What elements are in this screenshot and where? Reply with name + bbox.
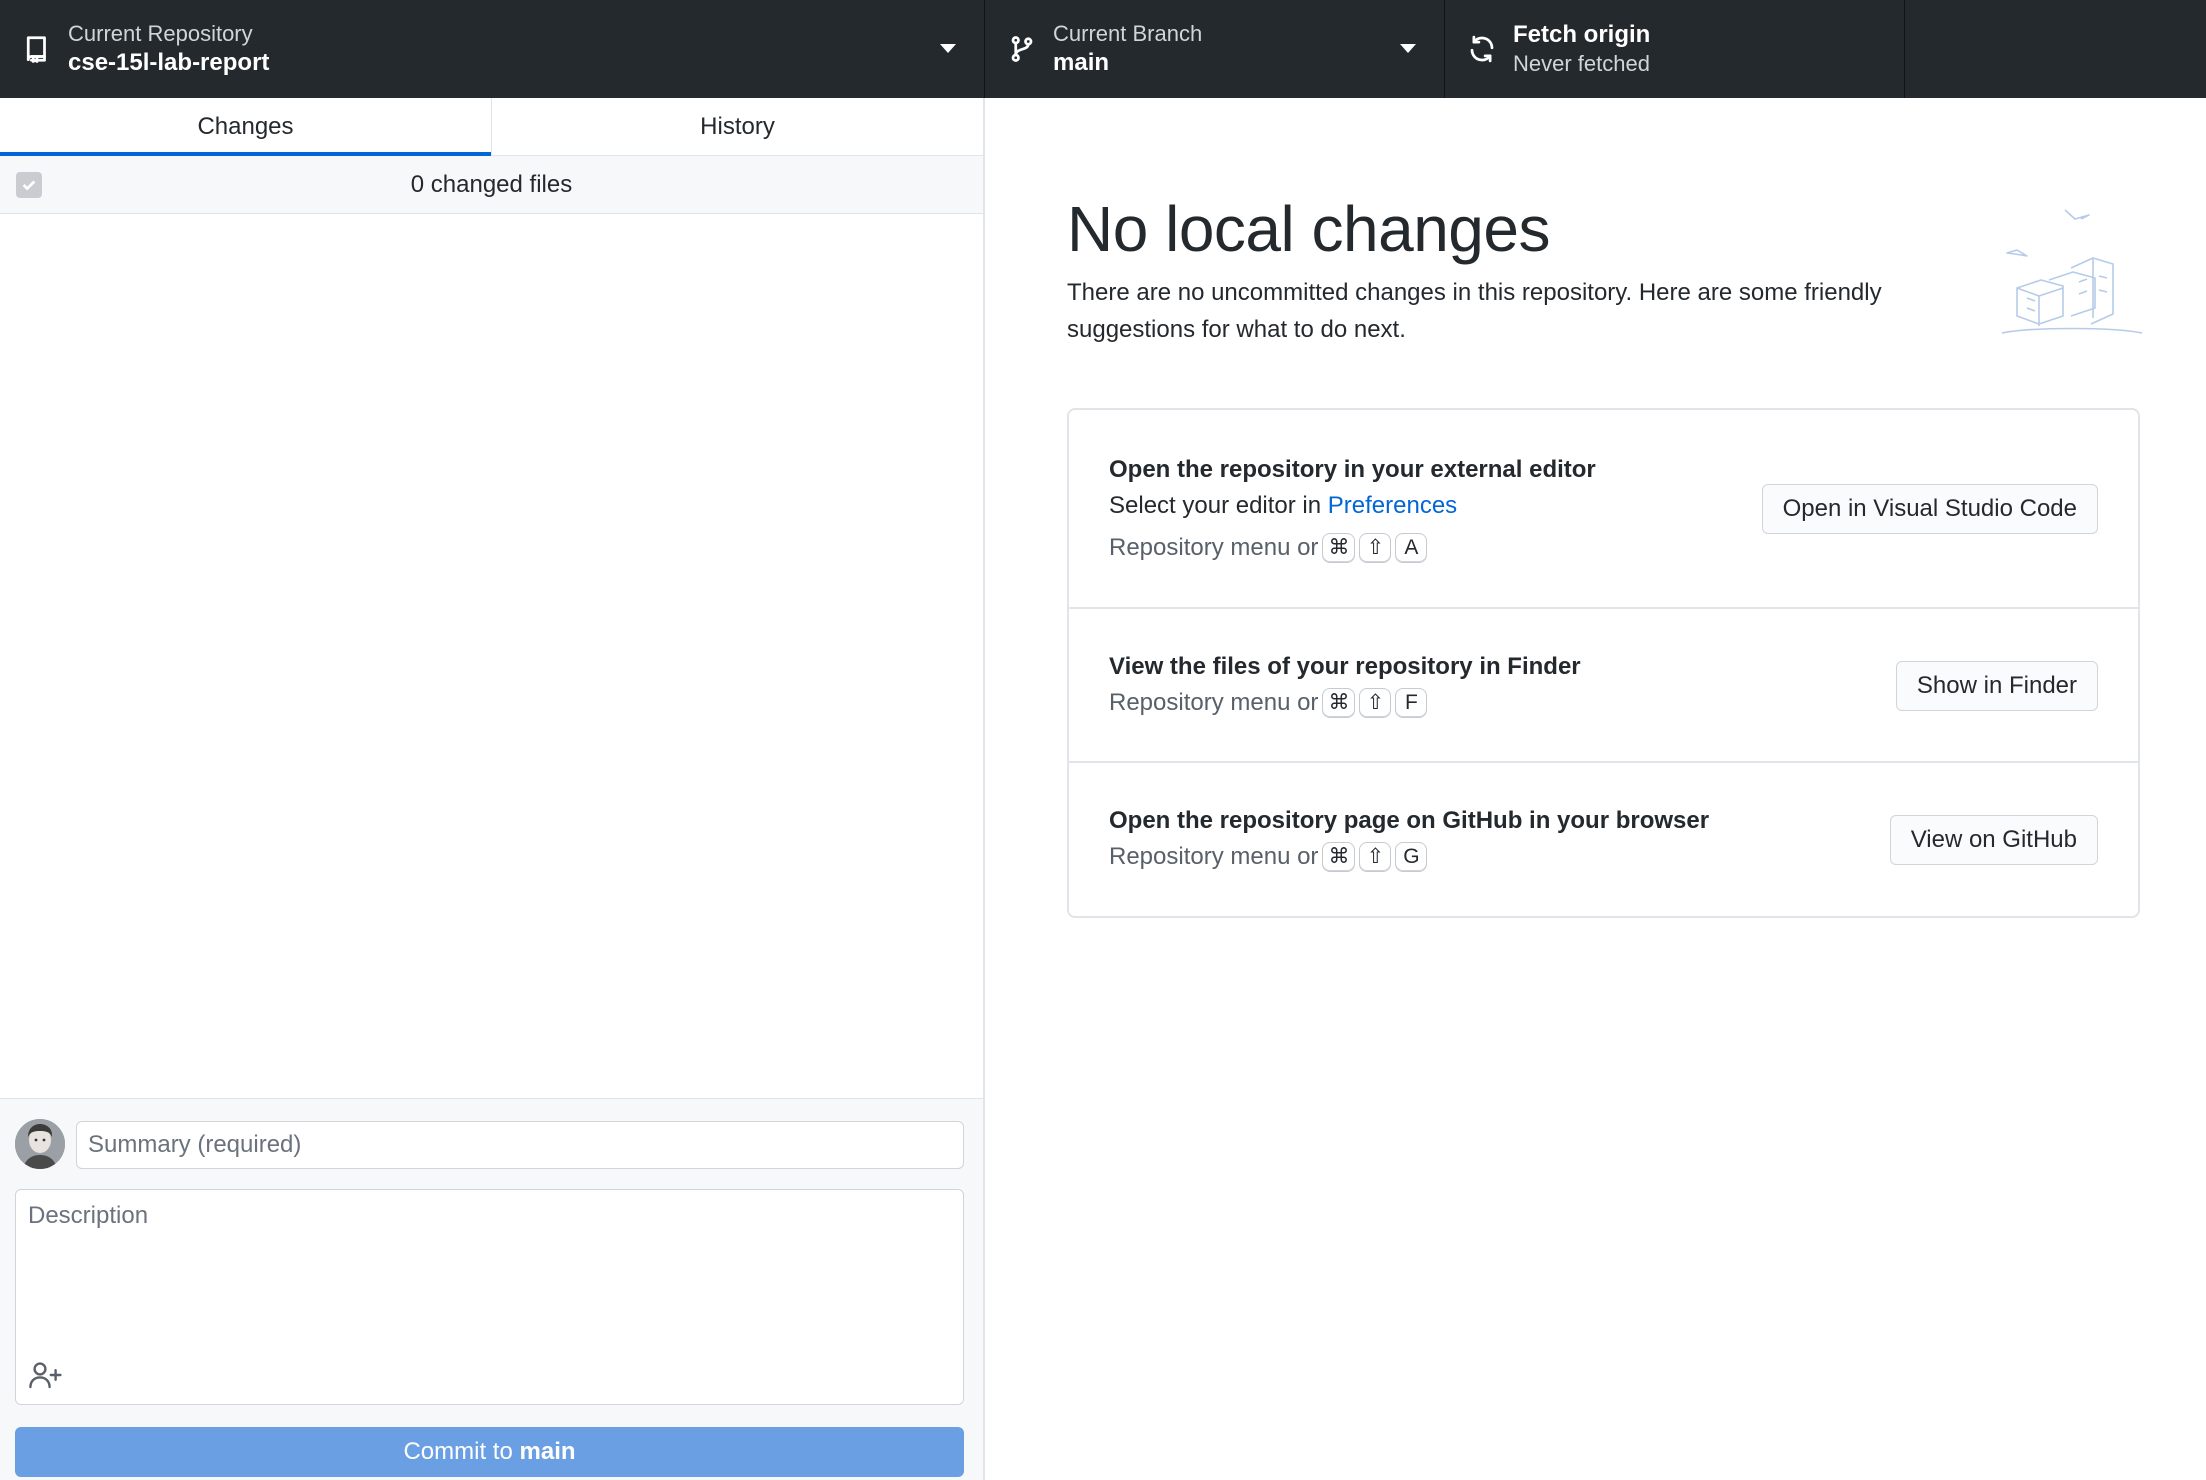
action-open-editor: Open the repository in your external edi… [1069, 410, 2138, 609]
page-description: There are no uncommitted changes in this… [1067, 279, 1882, 343]
shift-key-icon: ⇧ [1359, 842, 1392, 872]
branch-name: main [1053, 49, 1110, 76]
commit-button-prefix: Commit to [403, 1438, 513, 1465]
fetch-origin-title: Fetch origin [1513, 21, 1651, 48]
command-key-icon: ⌘ [1322, 842, 1356, 872]
changes-sidebar: Changes History 0 changed files Commit t… [0, 98, 985, 1480]
action-title: View the files of your repository in Fin… [1109, 653, 1581, 680]
shortcut-prefix: Repository menu or [1109, 689, 1319, 716]
current-repository-label: Current Repository [68, 21, 253, 46]
chevron-down-icon [1400, 44, 1416, 53]
shift-key-icon: ⇧ [1359, 688, 1392, 718]
changes-list-header: 0 changed files [0, 156, 983, 214]
tab-history[interactable]: History [491, 98, 983, 155]
action-show-in-finder: View the files of your repository in Fin… [1069, 609, 2138, 763]
summary-input[interactable] [76, 1121, 964, 1169]
changed-files-count: 0 changed files [410, 170, 573, 198]
commit-message-area: Commit to main [0, 1098, 983, 1480]
preferences-link[interactable]: Preferences [1328, 492, 1457, 519]
view-on-github-button[interactable]: View on GitHub [1889, 815, 2098, 865]
description-input[interactable] [16, 1190, 963, 1360]
keyboard-shortcut: Repository menu or ⌘ ⇧ A [1109, 530, 1596, 566]
repo-icon [12, 24, 62, 74]
page-title: No local changes [1067, 193, 1550, 265]
git-branch-icon [997, 24, 1047, 74]
tab-changes[interactable]: Changes [0, 98, 491, 156]
commit-button-branch: main [519, 1438, 576, 1465]
action-title: Open the repository in your external edi… [1109, 456, 1596, 483]
action-description-text: Select your editor in [1109, 492, 1322, 519]
keyboard-shortcut: Repository menu or ⌘ ⇧ G [1109, 839, 1709, 875]
fetch-status: Never fetched [1513, 51, 1650, 76]
current-branch-label: Current Branch [1053, 21, 1203, 46]
action-title: Open the repository page on GitHub in yo… [1109, 807, 1710, 834]
shortcut-prefix: Repository menu or [1109, 843, 1319, 870]
shortcut-prefix: Repository menu or [1109, 534, 1319, 561]
repository-name: cse-15l-lab-report [68, 49, 270, 76]
action-view-on-github: Open the repository page on GitHub in yo… [1069, 763, 2138, 916]
checkmark-icon [22, 180, 36, 191]
letter-key: A [1395, 533, 1428, 563]
current-branch-button[interactable]: Current Branch main [985, 0, 1445, 98]
current-repository-button[interactable]: Current Repository cse-15l-lab-report [0, 0, 985, 98]
command-key-icon: ⌘ [1322, 688, 1356, 718]
letter-key: G [1395, 842, 1428, 872]
shift-key-icon: ⇧ [1359, 533, 1392, 563]
toolbar: Current Repository cse-15l-lab-report Cu… [0, 0, 2206, 98]
suggested-actions: Open the repository in your external edi… [1067, 408, 2140, 918]
add-coauthor-icon[interactable] [26, 1358, 66, 1392]
keyboard-shortcut: Repository menu or ⌘ ⇧ F [1109, 685, 1581, 721]
empty-state-illustration [2001, 209, 2143, 334]
no-changes-view: No local changes There are no uncommitte… [987, 98, 2206, 1480]
commit-button[interactable]: Commit to main [15, 1427, 964, 1477]
show-in-finder-button[interactable]: Show in Finder [1895, 661, 2098, 711]
open-in-vscode-button[interactable]: Open in Visual Studio Code [1761, 484, 2098, 534]
letter-key: F [1395, 688, 1428, 718]
description-box [15, 1189, 964, 1405]
action-description: Select your editor in Preferences [1109, 488, 1596, 524]
avatar [15, 1119, 65, 1169]
sync-icon [1457, 24, 1507, 74]
command-key-icon: ⌘ [1322, 533, 1356, 563]
chevron-down-icon [940, 44, 956, 53]
fetch-origin-button[interactable]: Fetch origin Never fetched [1445, 0, 1905, 98]
select-all-checkbox[interactable] [16, 172, 42, 198]
sidebar-tabs: Changes History [0, 98, 983, 156]
